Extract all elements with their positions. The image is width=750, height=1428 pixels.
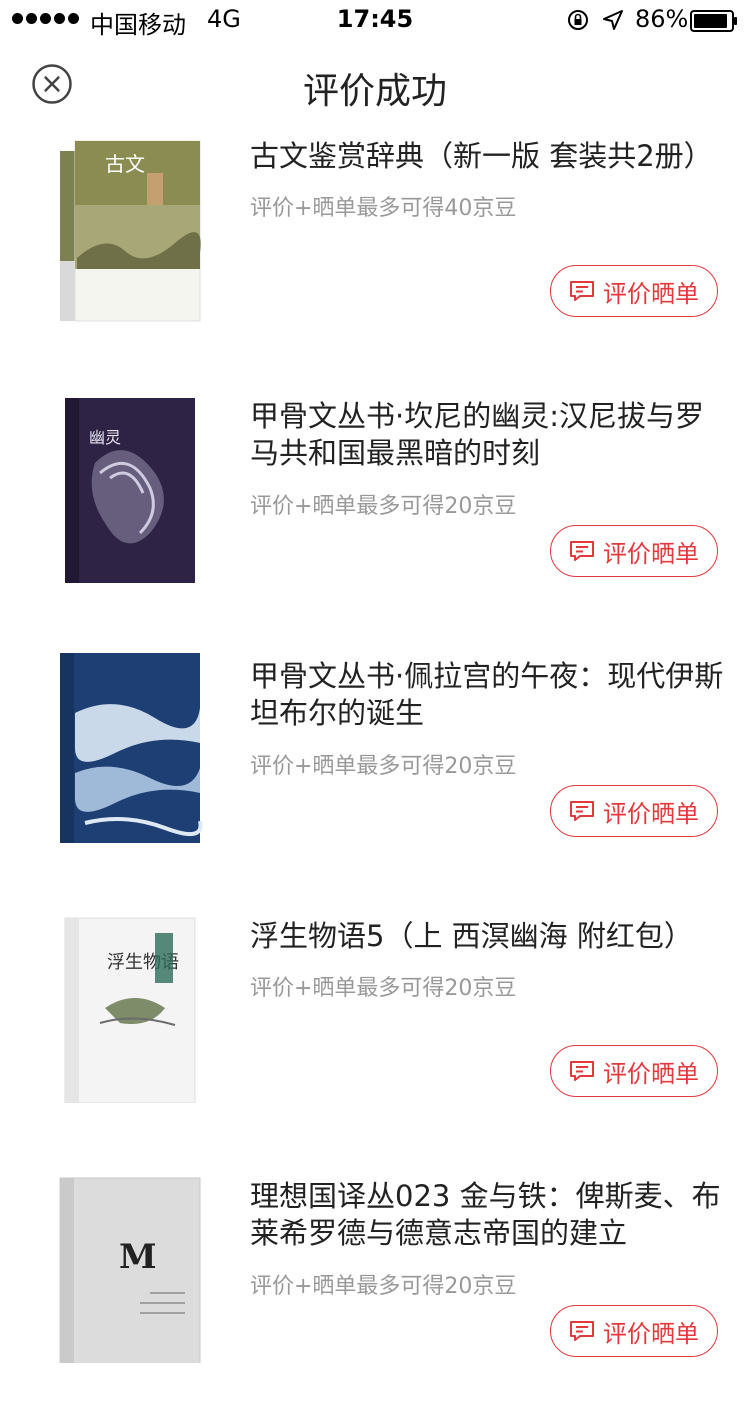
list-item: 古文 古文鉴赏辞典（新一版 套装共2册） 评价+晒单最多可得40京豆 评价晒单 — [0, 128, 750, 388]
chat-bubble-icon — [570, 281, 594, 301]
book-cover-image[interactable]: 浮生物语 — [55, 913, 205, 1103]
book-cover-image[interactable]: 古文 — [55, 133, 205, 323]
cover-text: 幽灵 — [89, 428, 121, 447]
reward-hint: 评价+晒单最多可得20京豆 — [250, 494, 517, 519]
book-cover-image[interactable]: 幽灵 — [55, 393, 205, 583]
chat-bubble-icon — [570, 1321, 594, 1341]
product-title[interactable]: 古文鉴赏辞典（新一版 套装共2册） — [250, 138, 725, 175]
product-title[interactable]: 甲骨文丛书·佩拉宫的午夜：现代伊斯坦布尔的诞生 — [250, 658, 725, 732]
status-bar: 中国移动 4G 17:45 86% — [0, 0, 750, 40]
product-title[interactable]: 甲骨文丛书·坎尼的幽灵:汉尼拔与罗马共和国最黑暗的时刻 — [250, 398, 725, 472]
rotation-lock-icon — [568, 10, 588, 30]
book-cover-image[interactable]: M — [55, 1173, 205, 1363]
battery-percentage: 86% — [635, 5, 689, 33]
review-button-label: 评价晒单 — [603, 1319, 699, 1348]
battery-icon — [690, 10, 737, 32]
product-list: 古文 古文鉴赏辞典（新一版 套装共2册） 评价+晒单最多可得40京豆 评价晒单 … — [0, 128, 750, 1428]
list-item: 幽灵 甲骨文丛书·坎尼的幽灵:汉尼拔与罗马共和国最黑暗的时刻 评价+晒单最多可得… — [0, 388, 750, 648]
review-button[interactable]: 评价晒单 — [550, 785, 718, 837]
review-button-label: 评价晒单 — [603, 279, 699, 308]
review-button[interactable]: 评价晒单 — [550, 1305, 718, 1357]
reward-hint: 评价+晒单最多可得20京豆 — [250, 976, 517, 1001]
reward-hint: 评价+晒单最多可得20京豆 — [250, 754, 517, 779]
nav-bar: 评价成功 — [0, 40, 750, 128]
cover-text: M — [119, 1237, 157, 1277]
list-item: 甲骨文丛书·佩拉宫的午夜：现代伊斯坦布尔的诞生 评价+晒单最多可得20京豆 评价… — [0, 648, 750, 908]
chat-bubble-icon — [570, 1061, 594, 1081]
chat-bubble-icon — [570, 541, 594, 561]
review-button[interactable]: 评价晒单 — [550, 265, 718, 317]
location-arrow-icon — [603, 10, 623, 30]
list-item: M 理想国译丛023 金与铁：俾斯麦、布莱希罗德与德意志帝国的建立 评价+晒单最… — [0, 1168, 750, 1428]
cover-text: 古文 — [105, 152, 145, 176]
product-title[interactable]: 浮生物语5（上 西溟幽海 附红包） — [250, 918, 725, 955]
review-button[interactable]: 评价晒单 — [550, 1045, 718, 1097]
review-button-label: 评价晒单 — [603, 539, 699, 568]
book-cover-image[interactable] — [55, 653, 205, 843]
product-title[interactable]: 理想国译丛023 金与铁：俾斯麦、布莱希罗德与德意志帝国的建立 — [250, 1178, 725, 1252]
review-button-label: 评价晒单 — [603, 1059, 699, 1088]
reward-hint: 评价+晒单最多可得20京豆 — [250, 1274, 517, 1299]
page-title: 评价成功 — [302, 71, 447, 112]
reward-hint: 评价+晒单最多可得40京豆 — [250, 196, 517, 221]
list-item: 浮生物语 浮生物语5（上 西溟幽海 附红包） 评价+晒单最多可得20京豆 评价晒… — [0, 908, 750, 1168]
chat-bubble-icon — [570, 801, 594, 821]
review-button[interactable]: 评价晒单 — [550, 525, 718, 577]
review-button-label: 评价晒单 — [603, 799, 699, 828]
